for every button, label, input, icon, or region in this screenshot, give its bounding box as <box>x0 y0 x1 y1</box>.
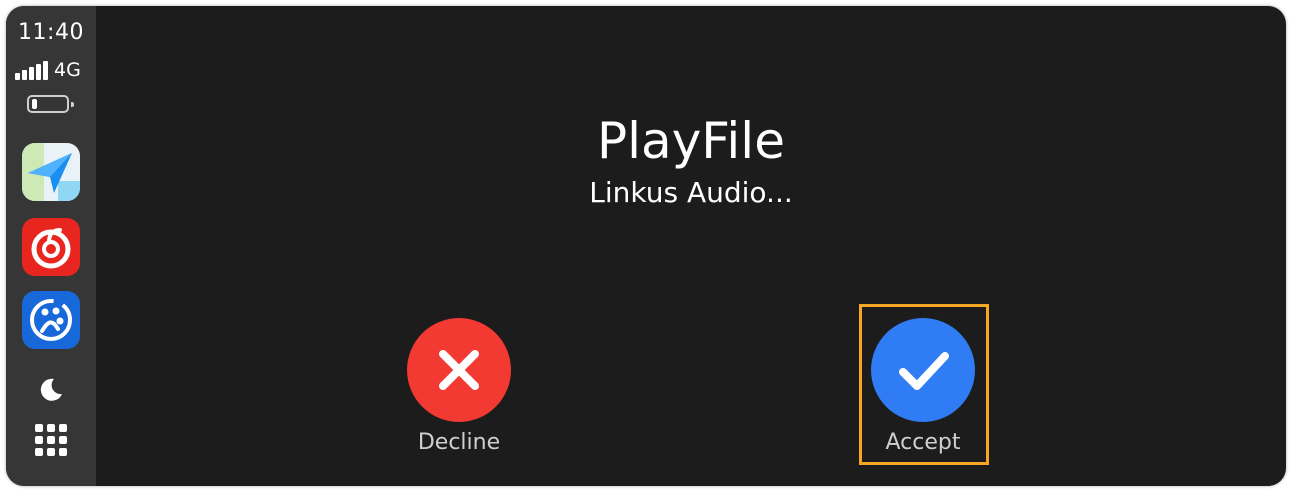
moon-icon[interactable] <box>36 374 66 404</box>
blue-app-icon[interactable] <box>22 291 80 349</box>
status-time: 11:40 <box>18 20 84 45</box>
network-status: 4G <box>15 58 81 80</box>
caller-name: PlayFile <box>597 112 785 170</box>
carplay-screen: 11:40 4G PlayFile Linkus Audio... Declin… <box>6 6 1286 486</box>
sidebar: 11:40 4G <box>6 6 96 486</box>
grid-icon[interactable] <box>35 424 67 456</box>
signal-icon <box>15 61 48 80</box>
decline-button[interactable] <box>407 318 511 422</box>
battery-icon <box>27 95 74 113</box>
caller-detail: Linkus Audio... <box>589 176 793 209</box>
accept-highlight-box <box>859 304 989 465</box>
navigation-app-icon[interactable] <box>22 143 80 201</box>
close-icon <box>439 350 479 390</box>
network-type: 4G <box>54 59 81 81</box>
netease-music-app-icon[interactable] <box>22 218 80 276</box>
battery-level <box>32 99 37 109</box>
decline-label: Decline <box>417 430 501 455</box>
